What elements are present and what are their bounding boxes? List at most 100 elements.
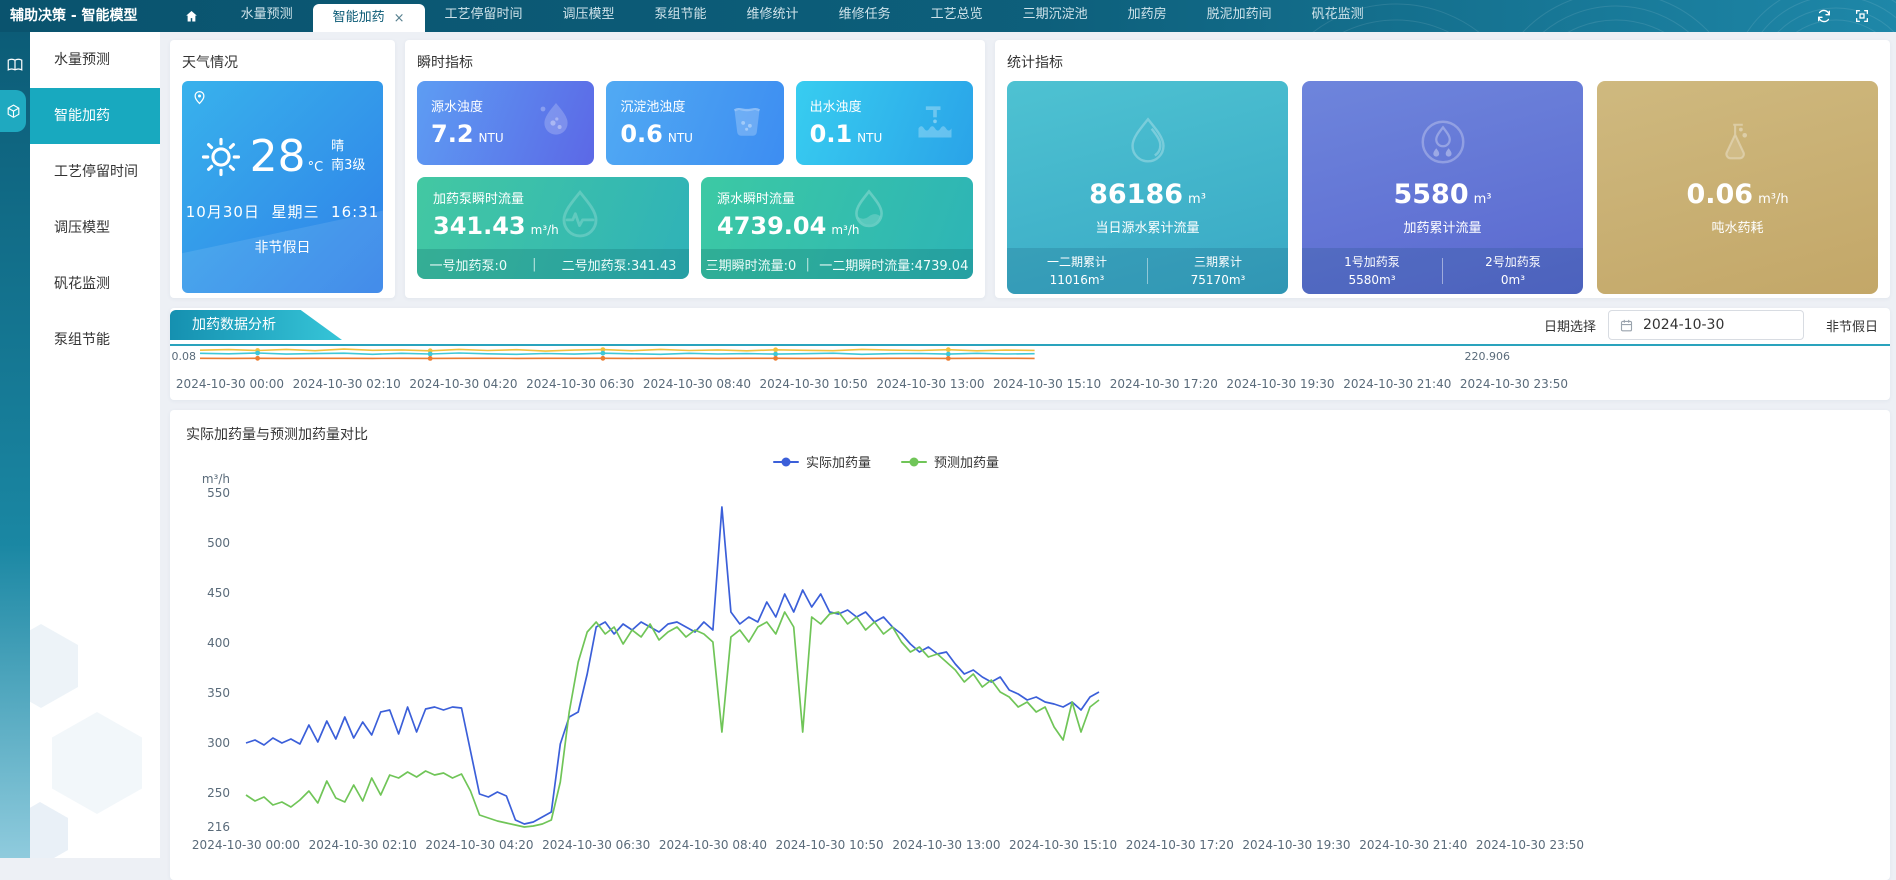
legend-item[interactable]: 实际加药量: [773, 452, 871, 471]
stats-card-0: 86186m³当日源水累计流量一二期累计11016m³三期累计75170m³: [1007, 81, 1288, 294]
sidebar-item-0[interactable]: 水量预测: [30, 32, 160, 88]
section-title-weather: 天气情况: [182, 52, 383, 72]
spark-x-tick-label: 2024-10-30 00:00: [176, 377, 284, 391]
refresh-icon[interactable]: [1816, 8, 1832, 24]
nav-tab-0[interactable]: 水量预测: [221, 0, 313, 32]
footer-divider: |: [532, 257, 536, 272]
legend-item[interactable]: 预测加药量: [901, 452, 999, 471]
holiday-status-label: 非节假日: [1826, 316, 1878, 335]
nav-tab-3[interactable]: 调压模型: [543, 0, 635, 32]
close-tab-icon[interactable]: ×: [394, 12, 405, 25]
nav-tab-1[interactable]: 智能加药×: [313, 4, 425, 32]
weather-card: 28 °C 晴 南3级 10月30日 星期三 16:31 非节假日: [182, 81, 383, 293]
instant-metrics-panel: 瞬时指标 源水浊度7.2NTU沉淀池浊度0.6NTU出水浊度0.1NTU 加药泵…: [405, 40, 985, 298]
weather-condition: 晴: [331, 138, 365, 157]
x-tick-label: 2024-10-30 08:40: [659, 838, 767, 852]
sidebar-item-1[interactable]: 智能加药: [30, 88, 160, 144]
instant-card-2: 出水浊度0.1NTU: [796, 81, 973, 165]
y-tick-label: 216: [207, 820, 230, 834]
book-icon[interactable]: [6, 56, 24, 78]
spark-series-orange-marker: [428, 356, 433, 361]
spark-series-cyan-marker: [946, 352, 951, 357]
sidebar-item-3[interactable]: 调压模型: [30, 200, 160, 256]
topbar-actions: [1816, 8, 1870, 24]
spark-x-tick-label: 2024-10-30 13:00: [876, 377, 984, 391]
dosing-analysis-tab: 加药数据分析: [170, 310, 342, 340]
spark-series-cyan-marker: [773, 352, 778, 357]
series-预测加药量: [246, 612, 1099, 827]
home-button[interactable]: [184, 9, 199, 24]
nav-tab-9[interactable]: 加药房: [1108, 0, 1187, 32]
weather-date: 10月30日: [186, 203, 260, 221]
sparkline-chart: 0.08220.9062024-10-30 00:002024-10-30 02…: [170, 344, 1890, 396]
outflow-icon: [911, 99, 959, 147]
spark-max-label: 220.906: [1465, 350, 1511, 363]
spark-series-cyan: [200, 353, 1035, 354]
temperature-unit: °C: [308, 160, 324, 175]
stat-footer-label: 一二期累计: [1007, 253, 1147, 271]
spark-series-orange-marker: [773, 356, 778, 361]
sidebar-item-4[interactable]: 矾花监测: [30, 256, 160, 312]
flow-footer-right: 一二期瞬时流量:4739.04: [819, 255, 968, 274]
sun-icon: [200, 136, 242, 178]
legend-label: 预测加药量: [934, 452, 999, 471]
date-value: 2024-10-30: [1643, 317, 1724, 333]
y-tick-label: 350: [207, 686, 230, 700]
nav-tab-11[interactable]: 矾花监测: [1292, 0, 1384, 32]
flow-footer-left: 三期瞬时流量:0: [706, 255, 797, 274]
nav-tab-4[interactable]: 泵组节能: [635, 0, 727, 32]
pump-pulse-icon: [549, 185, 611, 251]
spark-x-tick-label: 2024-10-30 02:10: [293, 377, 401, 391]
top-bar: 辅助决策 - 智能模型 水量预测智能加药×工艺停留时间调压模型泵组节能维修统计维…: [0, 0, 1896, 32]
stat-label: 吨水药耗: [1711, 217, 1763, 236]
spark-x-tick-label: 2024-10-30 06:30: [526, 377, 634, 391]
flow-card-1: 源水瞬时流量4739.04m³/h三期瞬时流量:0|一二期瞬时流量:4739.0…: [701, 177, 973, 279]
calendar-icon: [1619, 318, 1634, 333]
metric-unit: NTU: [479, 131, 504, 145]
nav-tab-label: 工艺总览: [931, 7, 983, 22]
turbidity-drop-icon: [532, 97, 580, 149]
sidebar-item-5[interactable]: 泵组节能: [30, 312, 160, 368]
stat-footer-label: 2号加药泵: [1443, 253, 1583, 271]
nav-tab-6[interactable]: 维修任务: [819, 0, 911, 32]
nav-tab-label: 泵组节能: [655, 7, 707, 22]
y-tick-label: 300: [207, 736, 230, 750]
nav-tab-label: 调压模型: [563, 7, 615, 22]
stat-footer-value: 75170m³: [1148, 271, 1288, 289]
x-tick-label: 2024-10-30 02:10: [309, 838, 417, 852]
weather-holiday-status: 非节假日: [182, 237, 383, 257]
rail-active-item[interactable]: [0, 90, 26, 132]
main-content: 天气情况 28 °C 晴 南3级 10月30日 星期三 16:31: [160, 32, 1896, 858]
nav-tab-5[interactable]: 维修统计: [727, 0, 819, 32]
comparison-chart-title: 实际加药量与预测加药量对比: [186, 424, 1880, 444]
spark-series-yellow-marker: [946, 347, 951, 352]
hexagon-decoration: [30, 802, 68, 858]
spark-x-tick-label: 2024-10-30 04:20: [409, 377, 517, 391]
date-picker[interactable]: 2024-10-30: [1608, 310, 1804, 340]
nav-tab-label: 加药房: [1128, 7, 1167, 22]
spark-x-tick-label: 2024-10-30 15:10: [993, 377, 1101, 391]
nav-tab-7[interactable]: 工艺总览: [911, 0, 1003, 32]
y-tick-label: 450: [207, 586, 230, 600]
nav-tab-label: 维修任务: [839, 7, 891, 22]
stats-card-1: 5580m³加药累计流量1号加药泵5580m³2号加药泵0m³: [1302, 81, 1583, 294]
metric-unit: NTU: [857, 131, 882, 145]
instant-card-0: 源水浊度7.2NTU: [417, 81, 594, 165]
spark-x-tick-label: 2024-10-30 17:20: [1110, 377, 1218, 391]
metric-value: 0.6: [620, 120, 663, 148]
stats-panel: 统计指标 86186m³当日源水累计流量一二期累计11016m³三期累计7517…: [995, 40, 1890, 298]
stat-unit: m³/h: [1758, 192, 1789, 207]
nav-tab-2[interactable]: 工艺停留时间: [425, 0, 543, 32]
x-tick-label: 2024-10-30 13:00: [892, 838, 1000, 852]
stat-footer-label: 1号加药泵: [1302, 253, 1442, 271]
nav-tab-10[interactable]: 脱泥加药间: [1187, 0, 1292, 32]
date-select-label: 日期选择: [1544, 316, 1596, 335]
stat-unit: m³: [1188, 192, 1206, 207]
nav-tab-8[interactable]: 三期沉淀池: [1003, 0, 1108, 32]
sidebar-item-2[interactable]: 工艺停留时间: [30, 144, 160, 200]
spark-series-orange-marker: [601, 356, 606, 361]
fullscreen-icon[interactable]: [1854, 8, 1870, 24]
x-tick-label: 2024-10-30 00:00: [192, 838, 300, 852]
section-title-stats: 统计指标: [1007, 52, 1878, 72]
metric-unit: NTU: [668, 131, 693, 145]
